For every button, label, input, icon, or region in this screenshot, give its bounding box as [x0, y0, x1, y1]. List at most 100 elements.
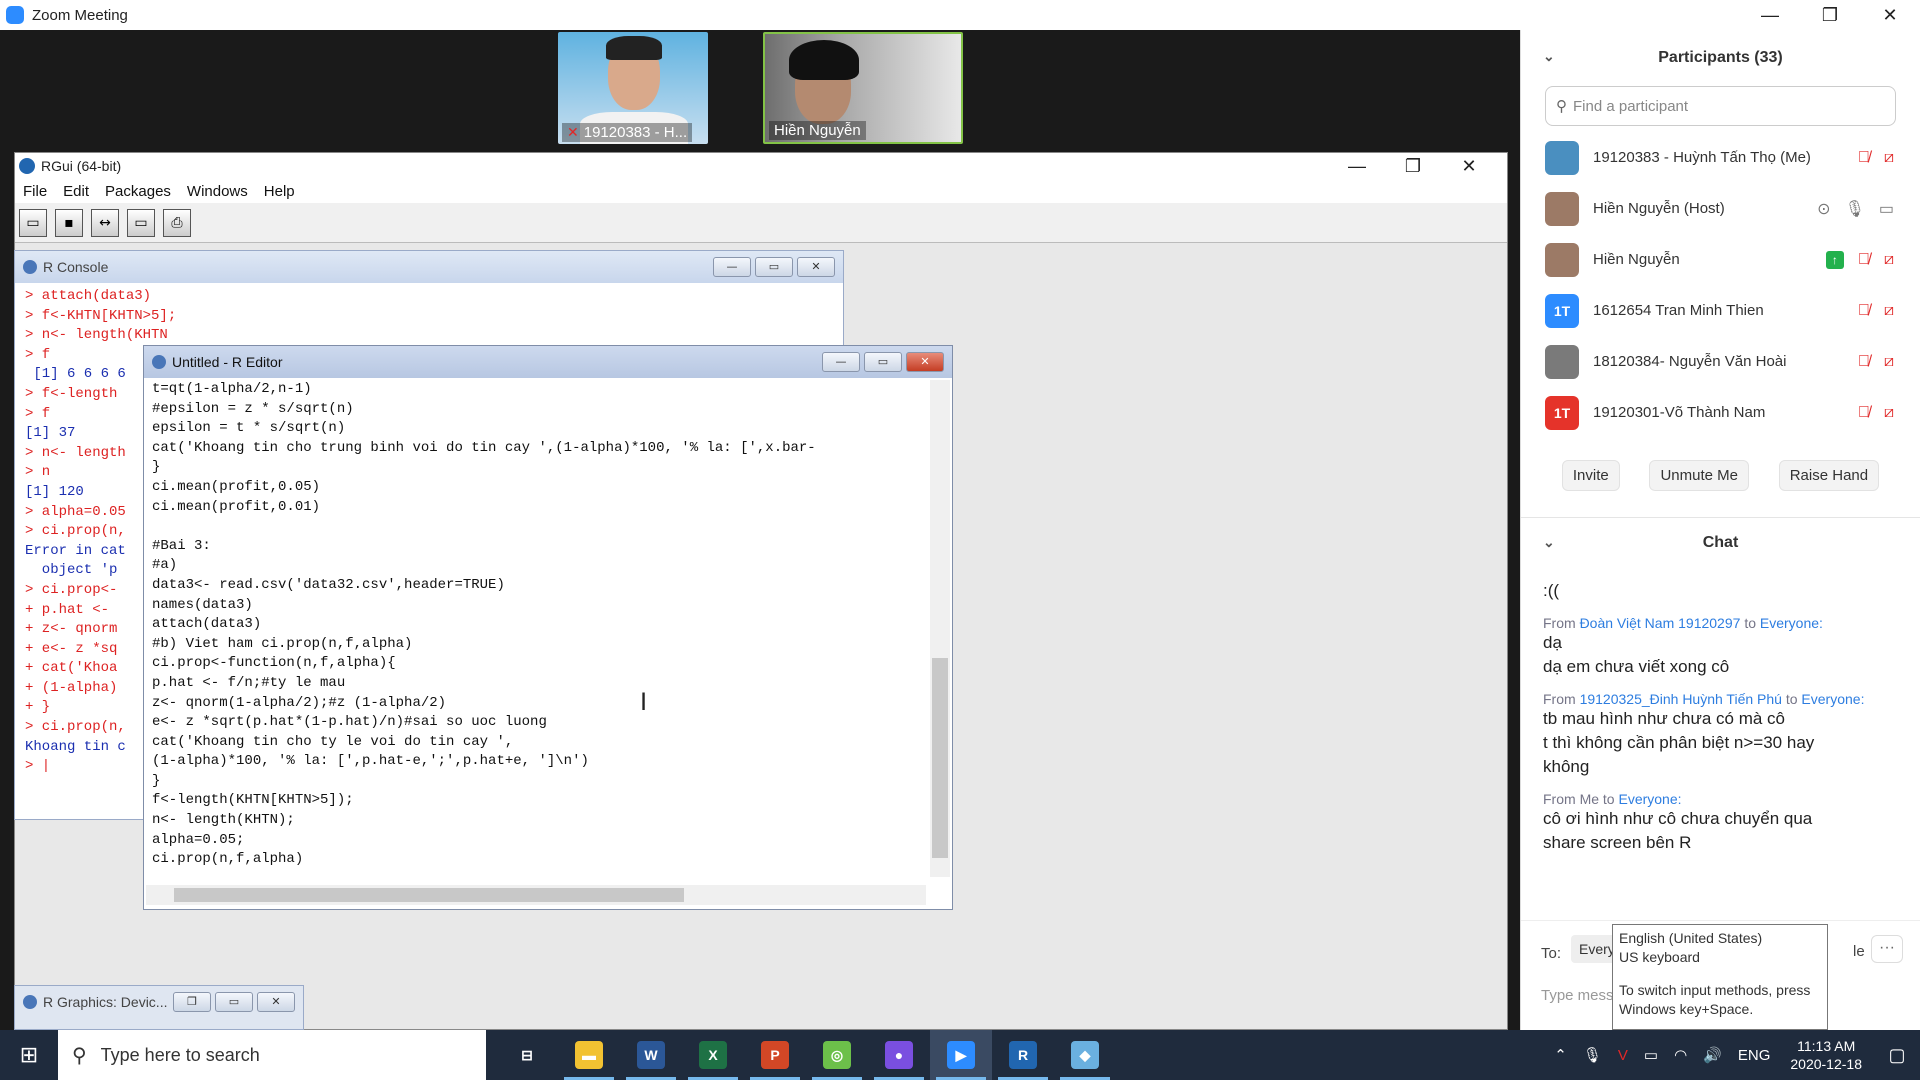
- file-explorer-taskbar-icon[interactable]: ▬: [558, 1030, 620, 1080]
- chat-sender[interactable]: Đoàn Việt Nam 19120297: [1580, 615, 1741, 631]
- chat-title: Chat: [1702, 533, 1739, 551]
- windows-start-icon[interactable]: ⊞: [0, 1043, 58, 1068]
- graphics-restore-button[interactable]: ❐: [173, 992, 211, 1012]
- mic-muted-icon: ✕: [567, 124, 579, 140]
- console-minimize-button[interactable]: —: [713, 257, 751, 277]
- participant-actions: Invite Unmute Me Raise Hand: [1521, 438, 1920, 491]
- graphics-maximize-button[interactable]: ▭: [215, 992, 253, 1012]
- rgui-titlebar: RGui (64-bit) — ❐ ✕: [15, 153, 1507, 179]
- chat-message-text: dạ em chưa viết xong cô: [1543, 657, 1730, 676]
- participant-name: 1612654 Tran Minh Thien: [1593, 302, 1764, 319]
- console-icon[interactable]: ▭: [127, 208, 155, 237]
- chevron-down-icon[interactable]: ⌄: [1543, 534, 1555, 551]
- recording-icon: ⊙: [1817, 200, 1831, 218]
- notification-icon[interactable]: ▢: [1874, 1045, 1920, 1066]
- avatar: 1T: [1545, 395, 1579, 430]
- r-icon: R: [1009, 1041, 1037, 1069]
- participant-row[interactable]: 18120384- Nguyễn Văn Hoài 🎙̸ ⧄: [1521, 336, 1920, 387]
- console-close-button[interactable]: ✕: [797, 257, 835, 277]
- editor-maximize-button[interactable]: ▭: [864, 352, 902, 372]
- participant-row[interactable]: 1T 19120301-Võ Thành Nam 🎙̸ ⧄: [1521, 387, 1920, 438]
- participant-search-input[interactable]: ⚲ Find a participant: [1545, 86, 1896, 126]
- chevron-down-icon[interactable]: ⌄: [1543, 48, 1555, 65]
- video-off-icon: ⧄: [1883, 403, 1894, 421]
- video-off-icon: ⧄: [1883, 250, 1894, 268]
- video-off-icon[interactable]: ⧄: [1884, 149, 1894, 167]
- r-taskbar-icon[interactable]: R: [992, 1030, 1054, 1080]
- mic-muted-icon[interactable]: 🎙̸: [1858, 149, 1870, 167]
- file-explorer-icon: ▬: [575, 1041, 603, 1069]
- app-drop-taskbar-icon[interactable]: ●: [868, 1030, 930, 1080]
- invite-button[interactable]: Invite: [1561, 460, 1620, 491]
- participant-row[interactable]: 19120383 - Huỳnh Tấn Thọ (Me) 🎙̸ ⧄: [1521, 132, 1920, 183]
- console-maximize-button[interactable]: ▭: [755, 257, 793, 277]
- chat-recipient[interactable]: Everyone:: [1618, 791, 1681, 807]
- app-green-taskbar-icon[interactable]: ◎: [806, 1030, 868, 1080]
- zoom-taskbar-icon[interactable]: ▶: [930, 1030, 992, 1080]
- chat-message-input[interactable]: Type messa: [1541, 987, 1622, 1004]
- volume-icon[interactable]: 🔊: [1703, 1046, 1722, 1064]
- chat-message-text: cô ơi hình như cô chưa chuyển qua: [1543, 809, 1813, 828]
- chat-message-text: share screen bên R: [1543, 833, 1692, 852]
- wifi-icon[interactable]: ◠: [1674, 1046, 1687, 1064]
- participants-title: Participants (33): [1658, 49, 1783, 66]
- task-view-icon: ⊟: [521, 1047, 533, 1063]
- menu-file[interactable]: File: [23, 183, 47, 200]
- participant-row[interactable]: Hiền Nguyễn ↑ 🎙̸ ⧄: [1521, 234, 1920, 285]
- video-thumbnail-2[interactable]: Hiền Nguyễn: [763, 32, 963, 144]
- print-icon[interactable]: ⎙: [163, 208, 191, 237]
- chat-message: From Me to Everyone: cô ơi hình như cô c…: [1543, 791, 1898, 855]
- to-trailing-text: le: [1853, 943, 1865, 960]
- video-thumbnail-1[interactable]: ✕ 19120383 - H...: [558, 32, 708, 144]
- more-options-button[interactable]: ···: [1871, 935, 1903, 963]
- language-indicator[interactable]: ENG: [1738, 1047, 1771, 1064]
- antivirus-icon[interactable]: V: [1618, 1047, 1628, 1064]
- chat-recipient[interactable]: Everyone:: [1760, 615, 1823, 631]
- save-icon[interactable]: ▪: [55, 208, 83, 237]
- minimize-button[interactable]: —: [1740, 0, 1800, 30]
- close-button[interactable]: ✕: [1860, 0, 1920, 30]
- rgui-restore-button[interactable]: ❐: [1385, 153, 1441, 179]
- taskbar-search-input[interactable]: ⚲ Type here to search: [58, 1030, 486, 1080]
- participant-row[interactable]: 1T 1612654 Tran Minh Thien 🎙̸ ⧄: [1521, 285, 1920, 336]
- chat-recipient[interactable]: Everyone:: [1801, 691, 1864, 707]
- r-logo-icon: [19, 158, 35, 174]
- editor-code-area[interactable]: t=qt(1-alpha/2,n-1) #epsilon = z * s/sqr…: [144, 378, 924, 875]
- open-folder-icon[interactable]: ▭: [19, 208, 47, 237]
- graphics-close-button[interactable]: ✕: [257, 992, 295, 1012]
- editor-minimize-button[interactable]: —: [822, 352, 860, 372]
- task-view-taskbar-icon[interactable]: ⊟: [496, 1030, 558, 1080]
- load-workspace-icon[interactable]: ↔: [91, 208, 119, 237]
- unmute-me-button[interactable]: Unmute Me: [1649, 460, 1749, 491]
- battery-icon[interactable]: ▭: [1644, 1046, 1658, 1064]
- menu-windows[interactable]: Windows: [187, 183, 248, 200]
- editor-vertical-scrollbar[interactable]: [930, 380, 950, 877]
- clock[interactable]: 11:13 AM 2020-12-18: [1790, 1037, 1862, 1073]
- restore-button[interactable]: ❐: [1800, 0, 1860, 30]
- zoom-window-title: Zoom Meeting: [32, 6, 128, 24]
- rgui-toolbar: ▭ ▪ ↔ ▭ ⎙: [15, 203, 1507, 243]
- word-taskbar-icon[interactable]: W: [620, 1030, 682, 1080]
- rgui-close-button[interactable]: ✕: [1441, 153, 1497, 179]
- app-blue-taskbar-icon[interactable]: ◆: [1054, 1030, 1116, 1080]
- chevron-up-icon[interactable]: ⌃: [1554, 1046, 1567, 1064]
- screen-share-icon: ↑: [1825, 250, 1844, 269]
- microphone-icon[interactable]: 🎙: [1583, 1046, 1602, 1064]
- rgui-minimize-button[interactable]: —: [1329, 153, 1385, 179]
- excel-taskbar-icon[interactable]: X: [682, 1030, 744, 1080]
- menu-edit[interactable]: Edit: [63, 183, 89, 200]
- participant-row[interactable]: Hiền Nguyễn (Host) ⊙ 🎙 ▭: [1521, 183, 1920, 234]
- participant-name: 19120383 - Huỳnh Tấn Thọ (Me): [1593, 149, 1811, 166]
- avatar: [1545, 140, 1579, 175]
- menu-packages[interactable]: Packages: [105, 183, 171, 200]
- editor-horizontal-scrollbar[interactable]: [146, 885, 926, 905]
- editor-close-button[interactable]: ✕: [906, 352, 944, 372]
- r-graphics-window[interactable]: R Graphics: Devic... ❐ ▭ ✕: [14, 985, 304, 1030]
- r-editor-window[interactable]: Untitled - R Editor — ▭ ✕ t=qt(1-alpha/2…: [143, 345, 953, 910]
- participants-header: ⌄ Participants (33): [1521, 30, 1920, 86]
- app-drop-icon: ●: [885, 1041, 913, 1069]
- menu-help[interactable]: Help: [264, 183, 295, 200]
- powerpoint-taskbar-icon[interactable]: P: [744, 1030, 806, 1080]
- chat-sender[interactable]: 19120325_Đinh Huỳnh Tiến Phú: [1580, 691, 1782, 707]
- raise-hand-button[interactable]: Raise Hand: [1778, 460, 1880, 491]
